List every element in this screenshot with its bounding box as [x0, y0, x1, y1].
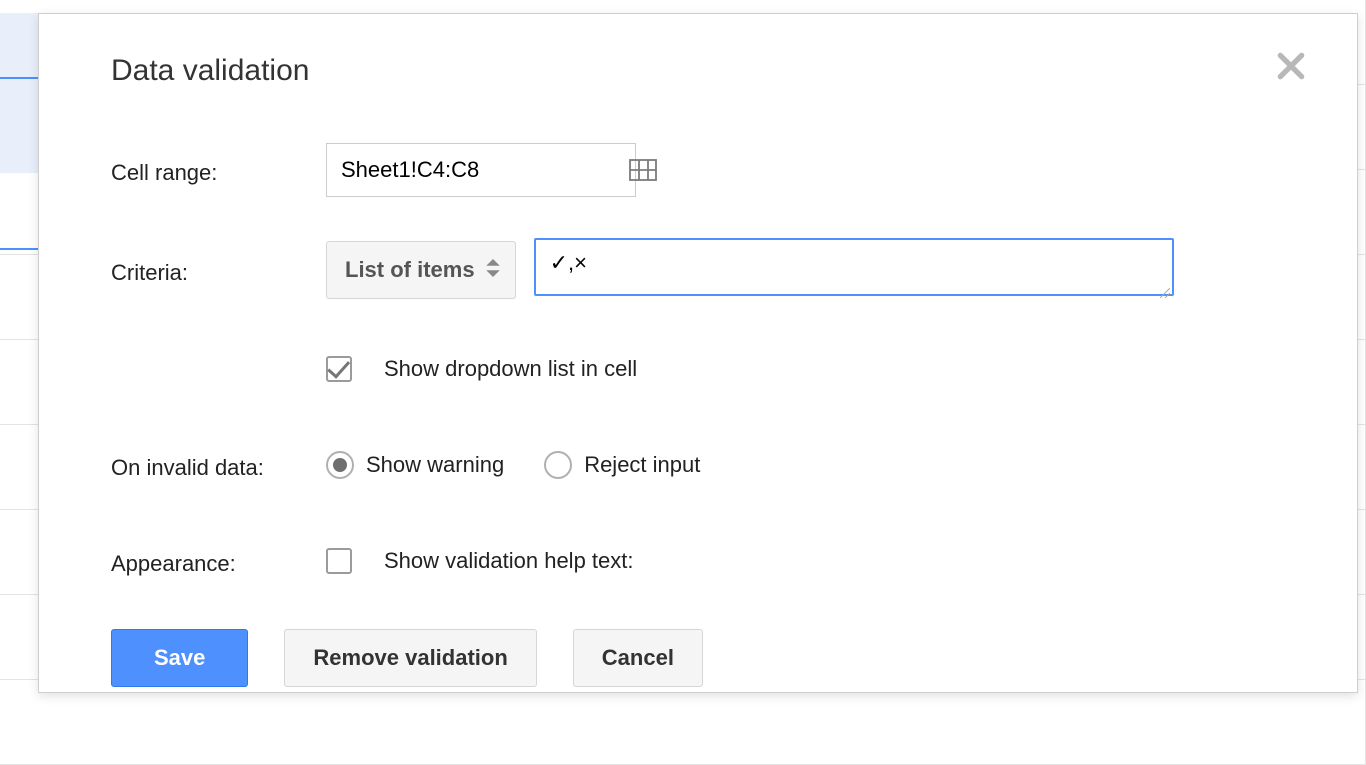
appearance-help-checkbox[interactable] [326, 548, 352, 574]
criteria-select-value: List of items [345, 257, 475, 283]
on-invalid-label: On invalid data: [111, 449, 326, 481]
cell-range-field[interactable] [326, 143, 636, 197]
cell-range-input[interactable] [341, 144, 629, 196]
radio-reject-input[interactable]: Reject input [544, 451, 700, 479]
show-dropdown-label[interactable]: Show dropdown list in cell [384, 356, 637, 382]
cancel-button[interactable]: Cancel [573, 629, 703, 687]
criteria-label: Criteria: [111, 254, 326, 286]
criteria-select[interactable]: List of items [326, 241, 516, 299]
dialog-title: Data validation [111, 54, 1285, 88]
radio-show-warning-label: Show warning [366, 452, 504, 478]
radio-show-warning-indicator [326, 451, 354, 479]
close-icon [1275, 50, 1307, 87]
close-button[interactable] [1273, 50, 1309, 86]
data-validation-dialog: Data validation Cell range: Criteria: [38, 13, 1358, 693]
appearance-label: Appearance: [111, 545, 326, 577]
radio-reject-input-label: Reject input [584, 452, 700, 478]
select-range-icon[interactable] [629, 159, 657, 181]
criteria-items-input[interactable] [534, 238, 1174, 296]
updown-icon [485, 257, 501, 283]
remove-validation-button[interactable]: Remove validation [284, 629, 536, 687]
radio-reject-input-indicator [544, 451, 572, 479]
save-button[interactable]: Save [111, 629, 248, 687]
radio-show-warning[interactable]: Show warning [326, 451, 504, 479]
appearance-help-label[interactable]: Show validation help text: [384, 548, 634, 574]
show-dropdown-checkbox[interactable] [326, 356, 352, 382]
cell-range-label: Cell range: [111, 154, 326, 186]
